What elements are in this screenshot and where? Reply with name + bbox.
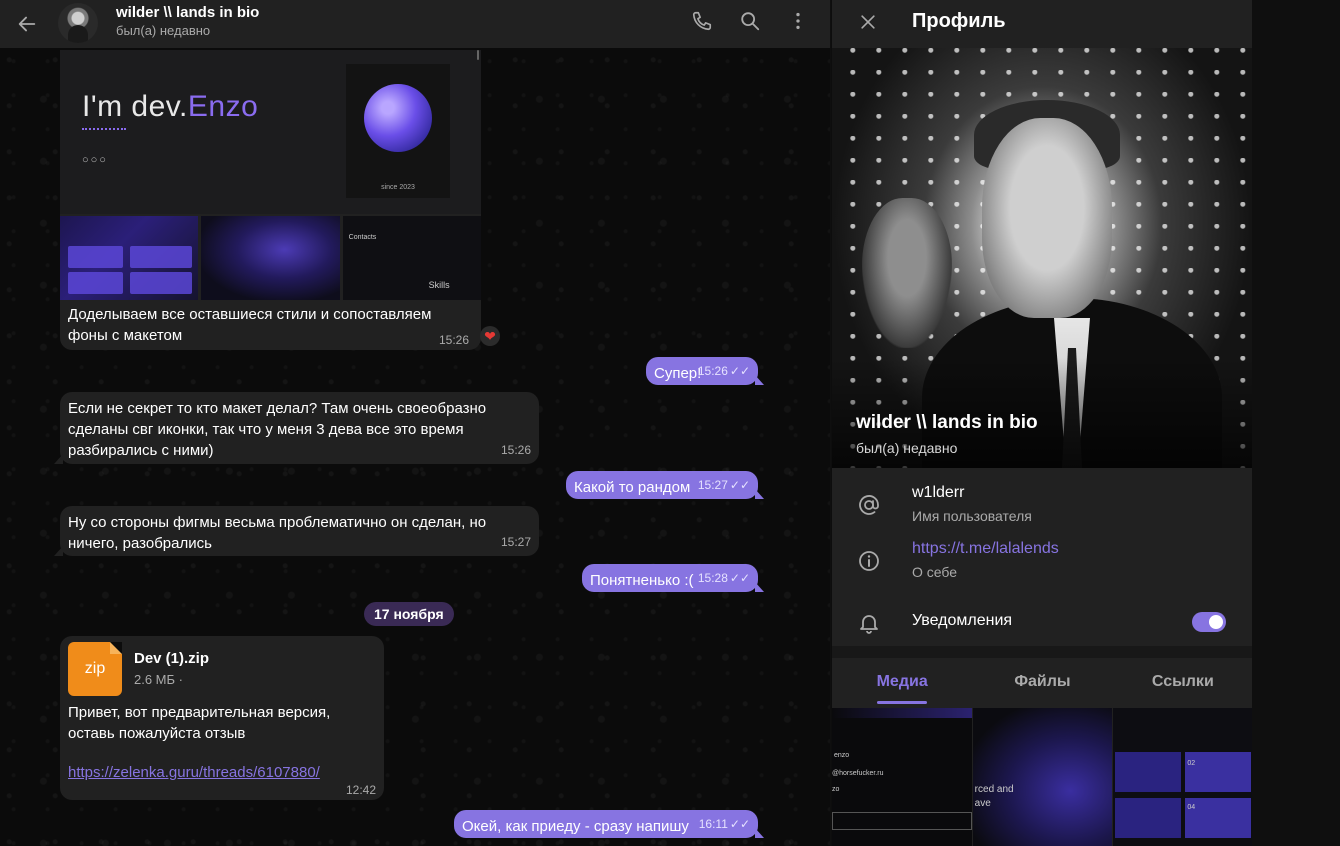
search-button[interactable] (730, 1, 770, 41)
preview-since: since 2023 (381, 184, 415, 191)
profile-photo[interactable]: wilder \\ lands in bio был(а) недавно (832, 48, 1252, 468)
message-time: 15:28 ✓✓ (698, 568, 750, 589)
close-icon (861, 15, 875, 29)
double-check-icon: ✓✓ (729, 571, 750, 585)
notifications-toggle[interactable] (1192, 612, 1226, 632)
preview-ornament: ○○○ (82, 154, 108, 166)
message-text: Ну со стороны фигмы весьма проблематично… (68, 514, 487, 552)
preview-thumb-skills: Skills (428, 280, 450, 290)
file-message[interactable]: zip Dev (1).zip 2.6 МБ · Привет, вот пре… (60, 636, 384, 800)
scrollbar[interactable] (477, 50, 479, 60)
message-time: 15:26 ✓✓ (698, 361, 750, 382)
double-check-icon: ✓✓ (729, 817, 750, 831)
window-margin (1252, 0, 1340, 846)
section-divider (832, 646, 1252, 658)
message-bubble-in[interactable]: Ну со стороны фигмы весьма проблематично… (54, 506, 539, 556)
message-time: 12:42 (345, 783, 376, 797)
double-check-icon: ✓✓ (729, 364, 750, 378)
message-text: Понятненько :( (590, 572, 694, 589)
call-button[interactable] (682, 1, 722, 41)
message-time: 15:26 (500, 443, 531, 457)
chat-status: был(а) недавно (116, 23, 211, 38)
arrow-left-icon (18, 16, 36, 32)
preview-thumb-1[interactable] (60, 216, 199, 300)
chat-avatar[interactable] (58, 3, 98, 43)
message-text: Привет, вот предварительная версия, оста… (68, 704, 331, 742)
profile-name: wilder \\ lands in bio (856, 412, 1038, 433)
double-check-icon: ✓✓ (729, 478, 750, 492)
chat-title[interactable]: wilder \\ lands in bio (116, 4, 259, 21)
message-time: 16:11 ✓✓ (699, 814, 750, 835)
reaction-heart[interactable]: ❤ (480, 326, 500, 346)
search-icon (741, 12, 760, 31)
message-text: Окей, как приеду - сразу напишу (462, 818, 689, 835)
media-grid: enzo @horsefucker.ru zo rced and ave 02 … (832, 708, 1252, 846)
preview-thumb-2[interactable] (201, 216, 340, 300)
zip-file-icon[interactable]: zip (68, 642, 122, 696)
profile-panel: Профиль wilder \\ lands in bio был(а) не… (831, 0, 1252, 846)
preview-heading: I'm dev.Enzo (82, 90, 259, 123)
message-text: Доделываем все оставшиеся стили и сопост… (68, 306, 432, 344)
bell-icon (856, 610, 882, 636)
bio-row[interactable]: https://t.me/lalalends О себе (832, 534, 1252, 590)
profile-tabs: Медиа Файлы Ссылки (832, 658, 1252, 706)
media-message[interactable]: I'm dev.Enzo ○○○ since 2023 Contacts Ski… (60, 50, 481, 350)
profile-title: Профиль (912, 10, 1006, 32)
date-separator: 17 ноября (364, 602, 454, 626)
message-bubble-out[interactable]: Понятненько :( 15:28 ✓✓ (582, 564, 764, 592)
username-value: w1lderr (912, 484, 965, 501)
preview-wave-decoration (82, 128, 126, 134)
back-button[interactable] (7, 4, 47, 44)
file-size: 2.6 МБ · (134, 672, 183, 687)
message-link[interactable]: https://zelenka.guru/threads/6107880/ (68, 764, 320, 781)
close-button[interactable] (848, 2, 888, 42)
message-bubble-in[interactable]: Если не секрет то кто макет делал? Там о… (54, 392, 539, 464)
media-thumb-2[interactable]: rced and ave (972, 708, 1113, 846)
preview-orb-card: since 2023 (346, 64, 450, 198)
bio-link[interactable]: https://t.me/lalalends (912, 540, 1059, 558)
orb-graphic (364, 84, 432, 152)
message-text: Какой то рандом (574, 479, 691, 496)
profile-header: Профиль (832, 0, 1252, 48)
message-time: 15:27 (500, 535, 531, 549)
notifications-label: Уведомления (912, 612, 1013, 629)
message-bubble-out[interactable]: Супер! 15:26 ✓✓ (646, 357, 764, 385)
message-bubble-out[interactable]: Какой то рандом 15:27 ✓✓ (566, 471, 764, 499)
chat-panel: wilder \\ lands in bio был(а) недавно I'… (0, 0, 830, 846)
preview-thumb-3[interactable]: Contacts Skills (342, 216, 481, 300)
username-row[interactable]: w1lderr Имя пользователя (832, 478, 1252, 534)
profile-status: был(а) недавно (856, 440, 958, 456)
tab-links[interactable]: Ссылки (1113, 658, 1252, 706)
more-button[interactable] (778, 1, 818, 41)
message-time: 15:27 ✓✓ (698, 475, 750, 496)
preview-thumbnails: Contacts Skills (60, 216, 481, 300)
header-actions (682, 1, 818, 41)
tab-files[interactable]: Файлы (972, 658, 1112, 706)
notifications-row[interactable]: Уведомления (832, 596, 1252, 652)
preview-image[interactable]: I'm dev.Enzo ○○○ since 2023 (60, 50, 481, 214)
phone-icon (692, 11, 712, 31)
bio-label: О себе (912, 564, 958, 580)
chat-header: wilder \\ lands in bio был(а) недавно (0, 0, 830, 48)
preview-thumb-contacts: Contacts (348, 234, 377, 241)
message-text: Если не секрет то кто макет делал? Там о… (68, 400, 487, 459)
file-name[interactable]: Dev (1).zip (134, 650, 209, 667)
info-icon (856, 548, 882, 574)
more-vertical-icon (796, 12, 800, 30)
message-bubble-out[interactable]: Окей, как приеду - сразу напишу 16:11 ✓✓ (454, 810, 764, 838)
tab-media[interactable]: Медиа (832, 658, 972, 706)
media-thumb-1[interactable]: enzo @horsefucker.ru zo (832, 708, 972, 846)
message-text: Супер! (654, 365, 702, 382)
heart-icon: ❤ (484, 328, 496, 344)
at-icon (856, 492, 882, 518)
media-thumb-3[interactable]: 02 04 (1113, 708, 1252, 846)
message-time: 15:26 (438, 333, 469, 347)
username-label: Имя пользователя (912, 508, 1032, 524)
